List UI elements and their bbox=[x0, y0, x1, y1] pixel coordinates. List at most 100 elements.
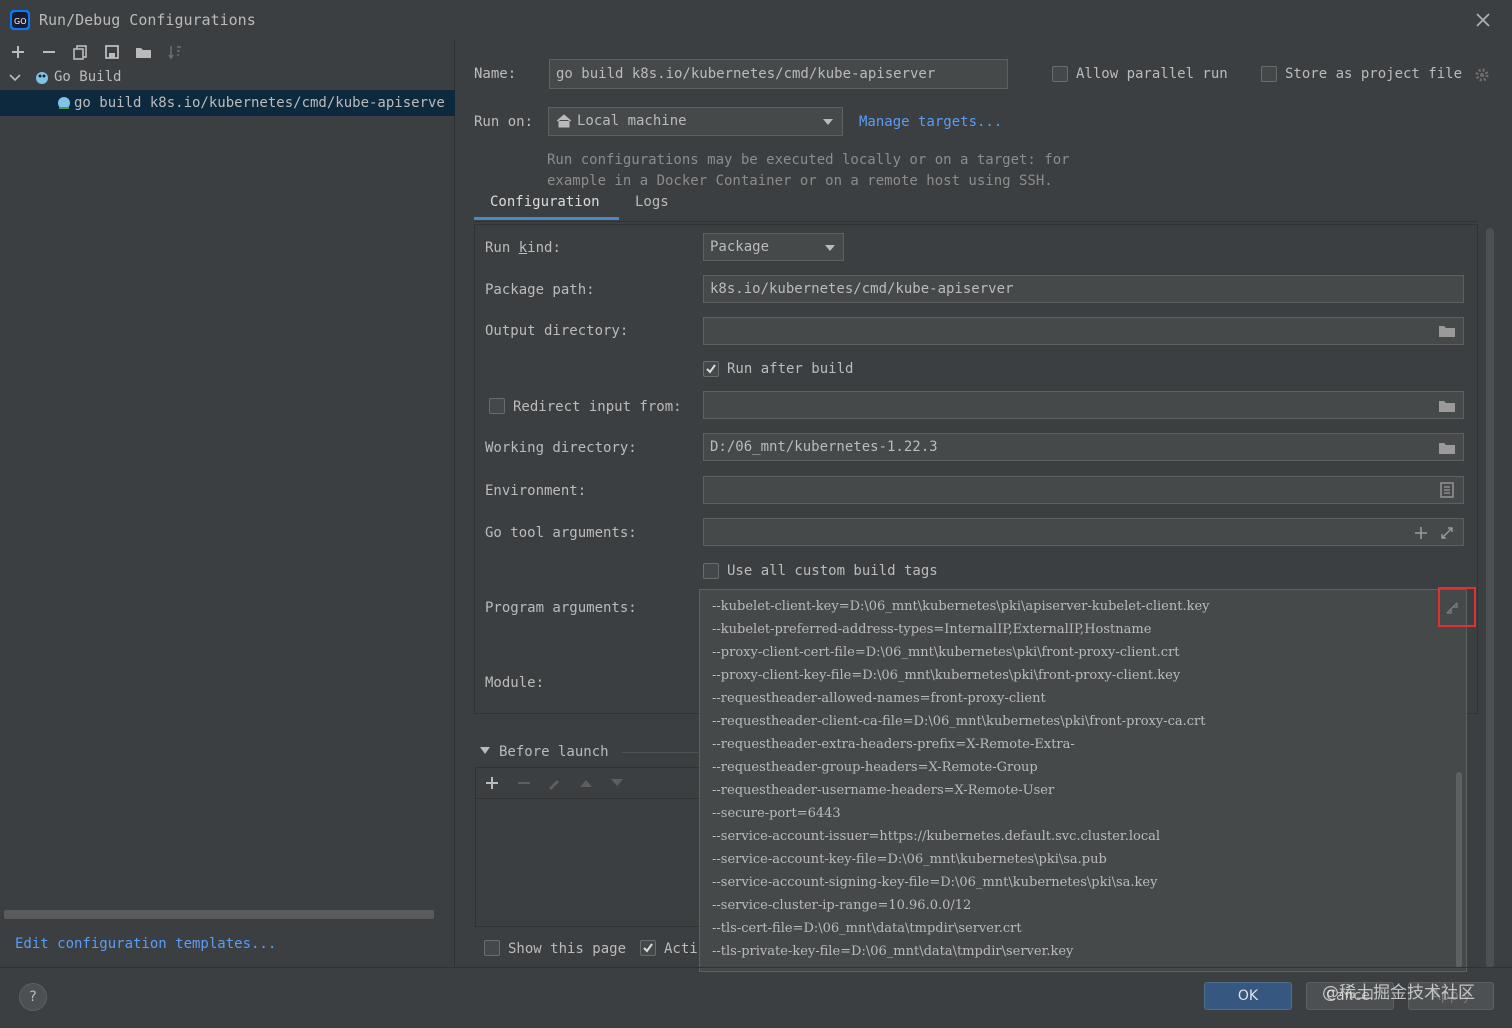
program-args-line: --requestheader-group-headers=X-Remote-G… bbox=[712, 760, 1038, 775]
store-project-checkbox[interactable] bbox=[1261, 66, 1277, 82]
tab-configuration[interactable]: Configuration bbox=[474, 190, 619, 222]
before-launch-toolbar-divider bbox=[476, 798, 704, 799]
tree-group-go-build[interactable]: Go Build bbox=[0, 66, 455, 90]
program-args-line: --service-account-signing-key-file=D:\06… bbox=[712, 875, 1158, 890]
program-args-line: --tls-private-key-file=D:\06_mnt\data\tm… bbox=[712, 944, 1074, 959]
activate-checkbox[interactable] bbox=[640, 940, 656, 956]
window-title: Run/Debug Configurations bbox=[39, 11, 256, 29]
name-field[interactable]: go build k8s.io/kubernetes/cmd/kube-apis… bbox=[549, 59, 1008, 89]
checkmark-icon bbox=[643, 943, 653, 953]
close-icon[interactable] bbox=[1475, 12, 1491, 28]
footer-divider bbox=[0, 967, 1512, 968]
horizontal-scrollbar[interactable] bbox=[4, 910, 434, 919]
program-args-line: --requestheader-extra-headers-prefix=X-R… bbox=[712, 737, 1075, 752]
run-kind-arrow-icon[interactable] bbox=[824, 244, 836, 252]
watermark: @稀土掘金技术社区 bbox=[1322, 983, 1475, 1003]
tab-logs-label: Logs bbox=[635, 194, 669, 210]
name-label-text: Name: bbox=[474, 66, 517, 82]
gear-icon[interactable] bbox=[1474, 67, 1490, 83]
help-icon: ? bbox=[29, 989, 37, 1005]
run-kind-select[interactable]: Package bbox=[703, 233, 844, 261]
browse-folder-icon[interactable] bbox=[1438, 324, 1456, 338]
run-on-value: Local machine bbox=[577, 113, 687, 129]
use-custom-tags-label: Use all custom build tags bbox=[727, 563, 938, 579]
before-launch-panel bbox=[475, 767, 705, 927]
dropdown-arrow-icon[interactable] bbox=[822, 118, 834, 126]
program-args-popup[interactable]: --kubelet-client-key=D:\06_mnt\kubernete… bbox=[699, 587, 1476, 972]
program-args-line: --secure-port=6443 bbox=[712, 806, 841, 821]
use-custom-tags-checkbox[interactable] bbox=[703, 563, 719, 579]
allow-parallel-checkbox[interactable] bbox=[1052, 66, 1068, 82]
environment-field[interactable] bbox=[703, 476, 1464, 504]
program-args-line: --tls-cert-file=D:\06_mnt\data\tmpdir\se… bbox=[712, 921, 1022, 936]
manage-targets-link[interactable]: Manage targets... bbox=[859, 114, 1002, 130]
edit-templates-link[interactable]: Edit configuration templates... bbox=[15, 936, 276, 952]
run-after-build-checkbox[interactable] bbox=[703, 361, 719, 377]
package-path-field[interactable]: k8s.io/kubernetes/cmd/kube-apiserver bbox=[703, 275, 1464, 303]
browse-folder-icon[interactable] bbox=[1438, 441, 1456, 455]
program-args-line: --service-account-key-file=D:\06_mnt\kub… bbox=[712, 852, 1107, 867]
remove-task-icon[interactable] bbox=[517, 776, 531, 790]
collapse-icon[interactable] bbox=[1445, 601, 1459, 615]
redirect-input-checkbox[interactable] bbox=[489, 398, 505, 414]
environment-label: Environment: bbox=[485, 483, 587, 499]
folder-icon[interactable] bbox=[135, 44, 153, 60]
working-dir-field[interactable]: D:/06_mnt/kubernetes-1.22.3 bbox=[703, 433, 1464, 461]
ok-button[interactable]: OK bbox=[1204, 982, 1292, 1010]
save-icon[interactable] bbox=[104, 44, 120, 60]
show-page-checkbox[interactable] bbox=[484, 940, 500, 956]
tab-logs[interactable]: Logs bbox=[625, 190, 685, 222]
left-panel: Go Build go build k8s.io/kubernetes/cmd/… bbox=[0, 40, 455, 968]
before-launch-toggle-icon[interactable] bbox=[479, 746, 491, 756]
program-args-line: --kubelet-preferred-address-types=Intern… bbox=[712, 622, 1152, 637]
run-on-label: Run on: bbox=[474, 114, 534, 130]
before-launch-label: Before launch bbox=[499, 744, 609, 760]
config-scrollbar[interactable] bbox=[1486, 228, 1494, 968]
program-args-line: --service-cluster-ip-range=10.96.0.0/12 bbox=[712, 898, 972, 913]
program-args-line: --requestheader-allowed-names=front-prox… bbox=[712, 691, 1046, 706]
args-scrollbar[interactable] bbox=[1456, 772, 1462, 968]
output-dir-field[interactable] bbox=[703, 317, 1464, 345]
move-up-icon[interactable] bbox=[579, 778, 593, 788]
tree-item-selected[interactable]: go build k8s.io/kubernetes/cmd/kube-apis… bbox=[0, 90, 455, 116]
help-button[interactable]: ? bbox=[19, 983, 47, 1011]
go-tool-args-label: Go tool arguments: bbox=[485, 525, 637, 541]
hint-line-2: example in a Docker Container or on a re… bbox=[547, 173, 1053, 189]
add-task-icon[interactable] bbox=[485, 776, 499, 790]
package-path-label: Package path: bbox=[485, 282, 595, 298]
edit-env-icon[interactable] bbox=[1440, 482, 1454, 498]
program-args-line: --service-account-issuer=https://kuberne… bbox=[712, 829, 1161, 844]
browse-folder-icon[interactable] bbox=[1438, 399, 1456, 413]
go-gopher-icon bbox=[34, 70, 50, 86]
copy-icon[interactable] bbox=[72, 44, 88, 60]
program-args-label: Program arguments: bbox=[485, 600, 637, 616]
move-down-icon[interactable] bbox=[610, 778, 624, 788]
run-kind-value: Package bbox=[710, 239, 770, 255]
program-args-line: --requestheader-username-headers=X-Remot… bbox=[712, 783, 1055, 798]
remove-icon[interactable] bbox=[41, 44, 57, 60]
app-logo-icon: GO bbox=[10, 10, 30, 30]
program-args-line: --requestheader-client-ca-file=D:\06_mnt… bbox=[712, 714, 1206, 729]
before-launch-divider bbox=[622, 752, 702, 753]
run-on-select[interactable]: Local machine bbox=[548, 107, 843, 136]
redirect-input-field[interactable] bbox=[703, 391, 1464, 419]
activate-label: Acti bbox=[664, 941, 698, 957]
sort-icon[interactable] bbox=[167, 44, 183, 60]
run-kind-label: Run kind: bbox=[485, 240, 561, 256]
tree-item-label: go build k8s.io/kubernetes/cmd/kube-apis… bbox=[74, 95, 445, 111]
plus-icon[interactable] bbox=[1414, 526, 1428, 540]
svg-text:GO: GO bbox=[14, 17, 27, 26]
tab-active-indicator bbox=[474, 217, 619, 220]
go-tool-args-field[interactable] bbox=[703, 518, 1464, 546]
title-bar: GO Run/Debug Configurations bbox=[0, 0, 1512, 40]
chevron-down-icon[interactable] bbox=[9, 73, 21, 83]
tabs-divider bbox=[474, 221, 1478, 222]
show-page-label: Show this page bbox=[508, 941, 627, 957]
name-label: Name: bbox=[474, 66, 516, 82]
add-icon[interactable] bbox=[10, 44, 26, 60]
tab-configuration-label: Configuration bbox=[490, 194, 600, 210]
edit-task-icon[interactable] bbox=[547, 776, 561, 790]
expand-icon[interactable] bbox=[1440, 526, 1454, 540]
store-project-label: Store as project file bbox=[1285, 66, 1463, 82]
allow-parallel-label: Allow parallel run bbox=[1076, 66, 1228, 82]
